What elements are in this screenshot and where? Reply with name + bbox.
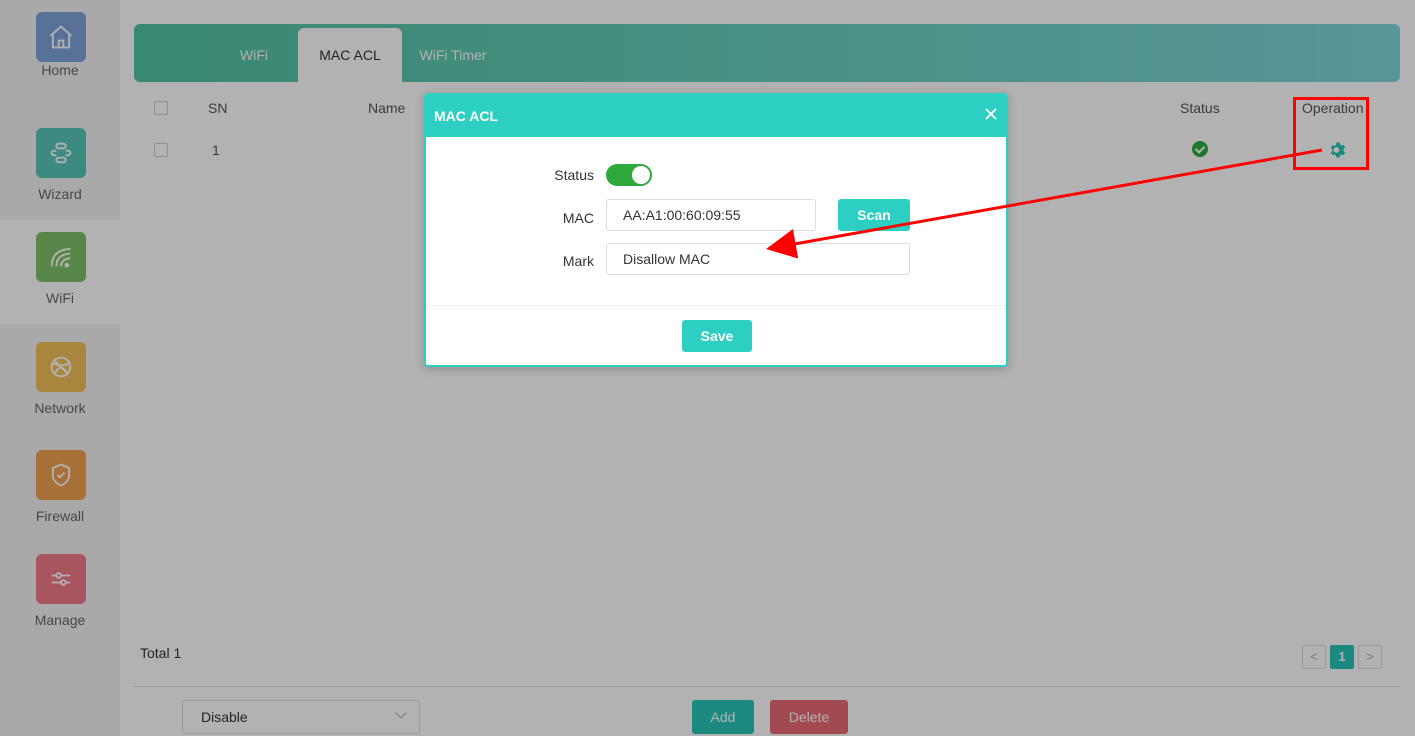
mark-label: Mark [562, 253, 594, 269]
divider [426, 305, 1006, 306]
dialog-title: MAC ACL [434, 108, 499, 124]
close-icon[interactable] [984, 107, 998, 121]
mac-label: MAC [562, 210, 594, 226]
toggle-knob [632, 166, 650, 184]
save-button[interactable]: Save [682, 320, 752, 352]
mac-input[interactable] [606, 199, 816, 231]
scan-button[interactable]: Scan [838, 199, 910, 231]
mark-input[interactable] [606, 243, 910, 275]
dialog-header: MAC ACL [426, 95, 1006, 137]
annotation-highlight-box [1293, 97, 1369, 170]
mac-acl-dialog: MAC ACL Status MAC Scan Mark Save [424, 93, 1008, 367]
status-label: Status [554, 167, 594, 183]
status-toggle[interactable] [606, 164, 652, 186]
